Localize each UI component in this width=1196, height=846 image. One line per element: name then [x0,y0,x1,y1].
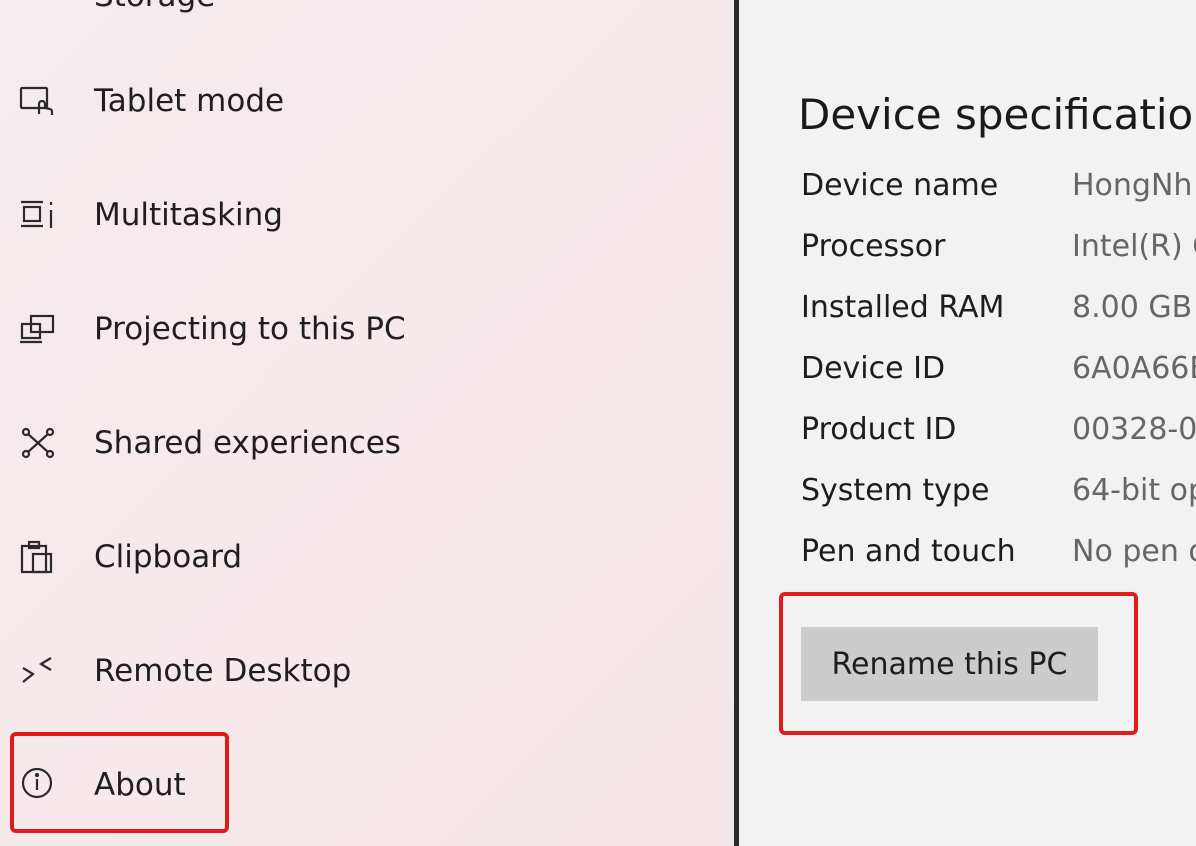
spec-row-system-type: System type 64-bit op [801,473,1196,523]
spec-label: Pen and touch [801,534,1016,569]
spec-row-processor: Processor Intel(R) C [801,229,1196,279]
spec-value: HongNh [1072,168,1193,203]
spec-value: No pen o [1072,534,1196,569]
spec-label: Product ID [801,412,957,447]
spec-value: 8.00 GB ( [1072,290,1196,325]
remote-desktop-icon [18,653,58,689]
sidebar-item-label: Clipboard [94,539,243,575]
spec-value: 00328-00 [1072,412,1196,447]
spec-row-pen-and-touch: Pen and touch No pen o [801,534,1196,584]
sidebar-item-label: About [94,767,186,803]
spec-label: Processor [801,229,946,264]
spec-row-installed-ram: Installed RAM 8.00 GB ( [801,290,1196,340]
spec-row-device-id: Device ID 6A0A66E [801,351,1196,401]
sidebar-item-label: Tablet mode [94,83,285,119]
spec-label: Device name [801,168,999,203]
sidebar-item-storage-partial[interactable]: Storage [94,0,215,14]
sidebar-item-label: Remote Desktop [94,653,352,689]
spec-label: System type [801,473,990,508]
sidebar-item-remote-desktop[interactable]: Remote Desktop [0,641,734,701]
spec-label: Installed RAM [801,290,1005,325]
rename-this-pc-button[interactable]: Rename this PC [801,627,1098,701]
spec-value: 64-bit op [1072,473,1196,508]
clipboard-icon [18,539,58,575]
spec-label: Device ID [801,351,946,386]
sidebar-item-about[interactable]: About [0,755,734,815]
sidebar-item-label: Shared experiences [94,425,401,461]
shared-experiences-icon [18,425,58,461]
spec-row-product-id: Product ID 00328-00 [801,412,1196,462]
sidebar-item-label: Multitasking [94,197,283,233]
spec-row-device-name: Device name HongNh [801,168,1196,218]
about-info-icon [18,767,58,803]
settings-sidebar: Storage Tablet mode Multitasking [0,0,734,846]
about-content-pane: Device specifications Device name HongNh… [739,0,1196,846]
sidebar-item-projecting[interactable]: Projecting to this PC [0,299,734,359]
sidebar-item-tablet-mode[interactable]: Tablet mode [0,71,734,131]
sidebar-item-shared-experiences[interactable]: Shared experiences [0,413,734,473]
sidebar-item-clipboard[interactable]: Clipboard [0,527,734,587]
projecting-icon [18,311,58,347]
tablet-mode-icon [18,83,58,119]
page-title: Device specifications [798,90,1196,140]
spec-value: Intel(R) C [1072,229,1196,264]
multitasking-icon [18,197,58,233]
spec-value: 6A0A66E [1072,351,1196,386]
sidebar-item-label: Projecting to this PC [94,311,406,347]
sidebar-item-multitasking[interactable]: Multitasking [0,185,734,245]
